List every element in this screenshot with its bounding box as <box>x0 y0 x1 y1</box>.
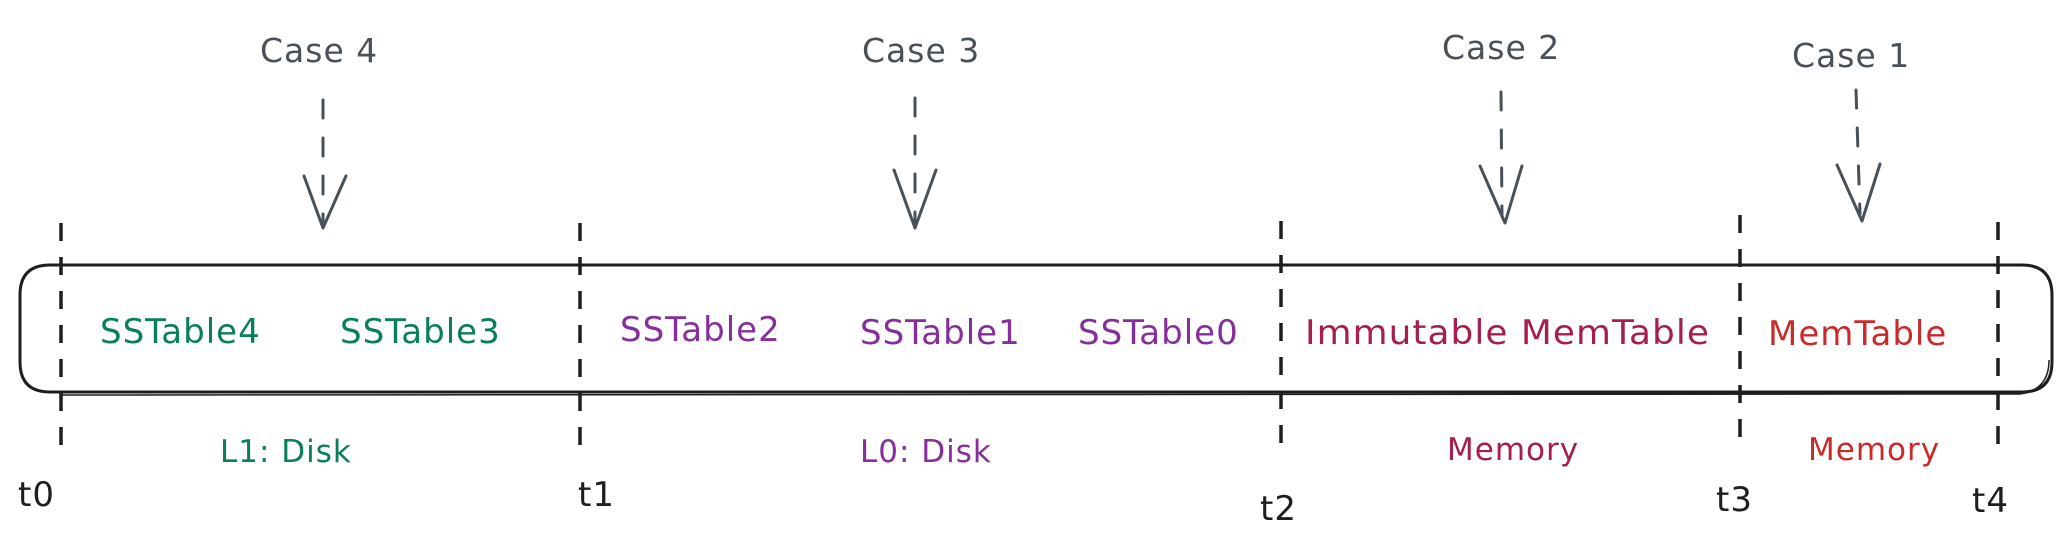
time-label-t3: t3 <box>1716 480 1753 520</box>
case2-label: Case 2 <box>1442 28 1560 67</box>
lsm-container-box-sketch <box>59 359 2050 396</box>
sstable3-label: SSTable3 <box>340 312 501 352</box>
sstable0-label: SSTable0 <box>1078 313 1239 353</box>
tier-label-immutable-memory: Memory <box>1447 432 1579 468</box>
lsm-container-box <box>18 263 2054 394</box>
tier-label-l0-disk: L0: Disk <box>860 434 992 470</box>
case1-arrow-icon <box>1835 88 1882 223</box>
case3-label: Case 3 <box>862 31 980 70</box>
memtable-label: MemTable <box>1768 314 1947 354</box>
case2-arrow-icon <box>1478 90 1524 225</box>
sstable2-label: SSTable2 <box>620 310 781 350</box>
case1-label: Case 1 <box>1792 36 1910 75</box>
time-label-t2: t2 <box>1260 489 1297 529</box>
immutable-memtable-label: Immutable MemTable <box>1305 313 1710 353</box>
sstable1-label: SSTable1 <box>860 313 1021 353</box>
tier-label-l1-disk: L1: Disk <box>220 434 352 470</box>
lsm-timeline-diagram: Case 4 Case 3 Case 2 Case 1 SSTable4 SST… <box>18 28 2054 529</box>
time-label-t0: t0 <box>18 475 55 515</box>
case4-arrow-icon <box>302 98 348 230</box>
time-label-t4: t4 <box>1972 481 2009 521</box>
sstable4-label: SSTable4 <box>100 312 261 352</box>
tier-label-memory: Memory <box>1808 432 1940 468</box>
case3-arrow-icon <box>892 96 938 230</box>
case4-label: Case 4 <box>260 31 378 70</box>
time-label-t1: t1 <box>578 475 615 515</box>
